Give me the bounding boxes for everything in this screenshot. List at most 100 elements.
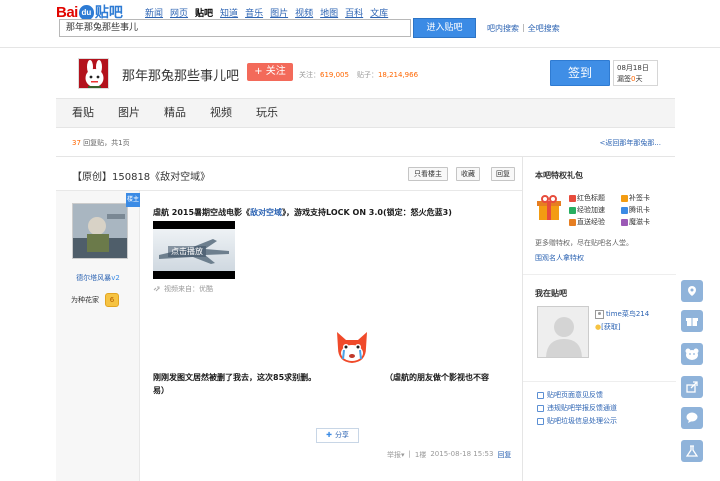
author-only-button[interactable]: 只看楼主 — [408, 167, 448, 181]
video-play-label[interactable]: 点击播放 — [168, 246, 206, 257]
post-meta: 举报▾ | 1楼 2015-08-18 15:53 回复 — [387, 450, 511, 460]
crying-fox-emoticon-icon — [332, 326, 372, 366]
chat-button[interactable] — [681, 407, 703, 429]
notice-icon — [537, 417, 544, 425]
posts-stat: 贴子：18,214,966 — [357, 70, 418, 80]
report-icon — [537, 404, 544, 412]
author-rank-title: 为种花家 — [71, 296, 99, 304]
lab-button[interactable] — [681, 440, 703, 462]
perk-label: 经验加速 — [577, 206, 605, 214]
perk-item[interactable]: 魔滋卡 — [621, 217, 669, 227]
user-icon — [595, 309, 604, 319]
search-input[interactable]: 那年那兔那些事儿 — [59, 19, 411, 37]
body-text-left: 刚刚发图文居然被删了我去，这次85求别删。 — [153, 373, 317, 382]
link-icon — [153, 286, 160, 292]
chat-bubble-icon — [686, 412, 698, 423]
nav-images[interactable]: 图片 — [270, 6, 288, 19]
perk-item[interactable]: 补签卡 — [621, 193, 669, 203]
feedback-icon — [537, 391, 544, 399]
perk-item[interactable]: 腾讯卡 — [621, 205, 669, 215]
posts-count: 18,214,966 — [377, 71, 419, 79]
nav-news[interactable]: 新闻 — [145, 6, 163, 19]
perk-label: 补签卡 — [629, 194, 650, 202]
my-avatar[interactable] — [537, 306, 589, 358]
location-button[interactable] — [681, 280, 703, 302]
perk-list: 红色标题 补签卡 经验加速 腾讯卡 直送经验 魔滋卡 — [569, 193, 669, 227]
author-level-badge: 6 — [105, 293, 119, 307]
signin-date: 08月18日 — [617, 64, 649, 72]
tab-fun[interactable]: 玩乐 — [244, 99, 290, 127]
forum-avatar[interactable] — [78, 58, 109, 89]
back-to-forum-link[interactable]: <返回那年那兔那... — [599, 138, 661, 148]
report-link[interactable]: 举报▾ — [387, 450, 405, 460]
tab-images[interactable]: 图片 — [106, 99, 152, 127]
perk-icon — [621, 194, 628, 202]
perk-label: 魔滋卡 — [629, 218, 650, 226]
tab-posts[interactable]: 看贴 — [56, 99, 106, 127]
nav-zhidao[interactable]: 知道 — [220, 6, 238, 19]
bear-button[interactable] — [681, 343, 703, 365]
author-avatar[interactable] — [72, 203, 128, 259]
share-side-button[interactable] — [681, 376, 703, 398]
nav-baike[interactable]: 百科 — [345, 6, 363, 19]
search-in-forum-link[interactable]: 吧内搜索 — [487, 23, 519, 34]
top-header: Bai du 贴吧 新闻 网页 贴吧 知道 音乐 图片 视频 地图 百科 文库 … — [0, 0, 720, 48]
reply-count-number: 37 — [72, 139, 81, 147]
perk-item[interactable]: 直送经验 — [569, 217, 621, 227]
reply-count-text: 回复贴，共1页 — [83, 139, 130, 147]
perk-item[interactable]: 经验加速 — [569, 205, 621, 215]
headline-part-1: 虐航 2015暑期空战电影《 — [153, 208, 251, 217]
post-body: 刚刚发图文居然被删了我去，这次85求别删。 （虐航的朋友做个影视也不容 易） — [153, 371, 509, 395]
share-button[interactable]: ✚ 分享 — [316, 428, 359, 443]
my-get-text: [获取] — [601, 323, 621, 331]
search-all-link[interactable]: 全吧搜索 — [528, 23, 560, 34]
gift-icon — [686, 318, 698, 326]
gift-button[interactable] — [681, 310, 703, 332]
author-name-text: 德尔塔风暴 — [76, 274, 112, 282]
body-text-line2: 易） — [153, 386, 169, 395]
my-username[interactable]: time菜鸟214 — [595, 309, 649, 319]
nav-music[interactable]: 音乐 — [245, 6, 263, 19]
feedback-link[interactable]: 贴吧页面意见反馈 — [537, 390, 603, 400]
reply-button[interactable]: 回复 — [491, 167, 515, 181]
enter-forum-button[interactable]: 进入贴吧 — [413, 18, 476, 38]
nav-tieba[interactable]: 贴吧 — [195, 6, 213, 19]
share-label: 分享 — [334, 431, 349, 439]
forum-name[interactable]: 那年那兔那些事儿吧 — [122, 65, 239, 84]
logo-bai: Bai — [56, 3, 78, 21]
plus-icon: ✚ — [326, 431, 332, 439]
perk-item[interactable]: 红色标题 — [569, 193, 621, 203]
signin-button[interactable]: 签到 — [550, 60, 610, 86]
favorite-button[interactable]: 收藏 — [456, 167, 480, 181]
gift-box-icon[interactable] — [537, 195, 561, 221]
nav-wenku[interactable]: 文库 — [370, 6, 388, 19]
tab-featured[interactable]: 精品 — [152, 99, 198, 127]
post-reply-link[interactable]: 回复 — [497, 450, 511, 460]
my-get-link[interactable]: ●[获取] — [595, 322, 621, 332]
signin-streak: 漏签0天 — [617, 74, 657, 85]
nav-video[interactable]: 视频 — [295, 6, 313, 19]
report-channel-link[interactable]: 违规贴吧举报反馈通道 — [537, 403, 617, 413]
headline-movie-link[interactable]: 敌对空域 — [250, 208, 282, 217]
spam-notice-link[interactable]: 贴吧垃圾信息处理公示 — [537, 416, 617, 426]
report-channel-text: 违规贴吧举报反馈通道 — [547, 404, 617, 412]
feedback-link-text: 贴吧页面意见反馈 — [547, 391, 603, 399]
location-pin-icon — [688, 286, 696, 296]
report-label: 举报 — [387, 451, 401, 459]
perk-link[interactable]: 围观名人拿特权 — [535, 253, 584, 263]
signin-streak-label: 漏签 — [617, 75, 631, 83]
search-links-separator: | — [522, 23, 525, 32]
nav-web[interactable]: 网页 — [170, 6, 188, 19]
thread-header: 【原创】150818《敌对空域》 只看楼主 收藏 回复 — [56, 157, 522, 191]
video-source-text: 视频来自：优酷 — [164, 285, 213, 293]
sidebar-divider — [523, 381, 676, 382]
nav-map[interactable]: 地图 — [320, 6, 338, 19]
body-text-right: （虐航的朋友做个影视也不容 — [385, 373, 489, 382]
perk-label: 红色标题 — [577, 194, 605, 202]
tab-videos[interactable]: 视频 — [198, 99, 244, 127]
sidebar-divider — [523, 274, 676, 275]
video-player[interactable]: 点击播放 — [153, 221, 235, 279]
follow-button[interactable]: + 关注 — [247, 63, 293, 81]
signin-date-box: 08月18日 漏签0天 — [613, 60, 658, 86]
author-name[interactable]: 德尔塔风暴v2 — [56, 273, 140, 283]
